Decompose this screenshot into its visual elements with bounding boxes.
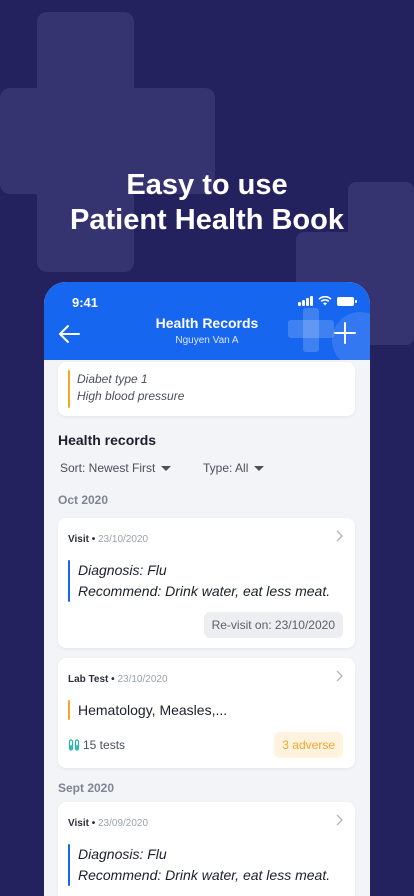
signal-icon (298, 296, 313, 306)
app-header: 9:41 Health Records Nguyen Van A (44, 282, 370, 368)
record-date: 23/10/2020 (117, 674, 168, 685)
record-type: Lab Test • 23/10/2020 (68, 674, 168, 685)
caret-down-icon (161, 465, 172, 471)
record-card-lab-test[interactable]: Lab Test • 23/10/2020 Hematology, Measle… (58, 658, 355, 768)
record-type-label: Visit (68, 534, 89, 545)
phone-screen: 9:41 Health Records Nguyen Van A Diabet … (44, 282, 370, 896)
section-title: Health records (58, 432, 157, 448)
group-label: Sept 2020 (58, 781, 115, 795)
status-time: 9:41 (72, 295, 99, 310)
record-card-visit[interactable]: Visit • 23/09/2020 Diagnosis: Flu Recomm… (58, 802, 355, 896)
wifi-icon (318, 296, 332, 306)
record-type: Visit • 23/10/2020 (68, 534, 149, 545)
promo-line-1: Easy to use (126, 169, 288, 201)
test-tubes-icon (68, 739, 80, 751)
lab-accent-bar (68, 700, 70, 720)
battery-icon (337, 297, 357, 306)
record-card-visit[interactable]: Visit • 23/10/2020 Diagnosis: Flu Recomm… (58, 518, 355, 648)
diagnosis-text: Diagnosis: Flu (78, 846, 167, 862)
recommend-text: Recommend: Drink water, eat less meat. (78, 867, 331, 883)
sort-dropdown[interactable]: Sort: Newest First (60, 461, 172, 475)
record-date: 23/10/2020 (98, 534, 149, 545)
adverse-badge: 3 adverse (274, 732, 343, 758)
lab-tests-text: Hematology, Measles,... (78, 702, 228, 718)
chevron-right-icon (336, 814, 343, 826)
record-type-label: Lab Test (68, 674, 109, 685)
chevron-right-icon (336, 670, 343, 682)
caret-down-icon (254, 465, 265, 471)
record-date: 23/09/2020 (98, 818, 149, 829)
tests-count: 15 tests (68, 738, 125, 752)
patient-name: Nguyen Van A (175, 335, 239, 346)
type-dropdown[interactable]: Type: All (203, 461, 265, 475)
sort-label: Sort: Newest First (60, 461, 156, 475)
condition-item: High blood pressure (77, 389, 185, 403)
type-label: Type: All (203, 461, 249, 475)
chevron-right-icon (336, 530, 343, 542)
record-type-label: Visit (68, 818, 89, 829)
conditions-accent-bar (68, 370, 70, 408)
recommend-text: Recommend: Drink water, eat less meat. (78, 583, 331, 599)
record-type: Visit • 23/09/2020 (68, 818, 149, 829)
revisit-badge: Re-visit on: 23/10/2020 (203, 612, 343, 638)
page-title: Health Records (155, 315, 259, 331)
visit-accent-bar (68, 844, 70, 886)
promo-headline: Easy to use Patient Health Book (0, 168, 414, 238)
promo-line-2: Patient Health Book (70, 204, 344, 236)
tests-count-label: 15 tests (83, 738, 126, 752)
diagnosis-text: Diagnosis: Flu (78, 562, 167, 578)
status-icons (298, 296, 357, 306)
plus-icon[interactable] (334, 322, 356, 344)
group-label: Oct 2020 (58, 493, 109, 507)
condition-item: Diabet type 1 (77, 372, 148, 386)
visit-accent-bar (68, 560, 70, 602)
conditions-card: Diabet type 1 High blood pressure (58, 362, 355, 416)
